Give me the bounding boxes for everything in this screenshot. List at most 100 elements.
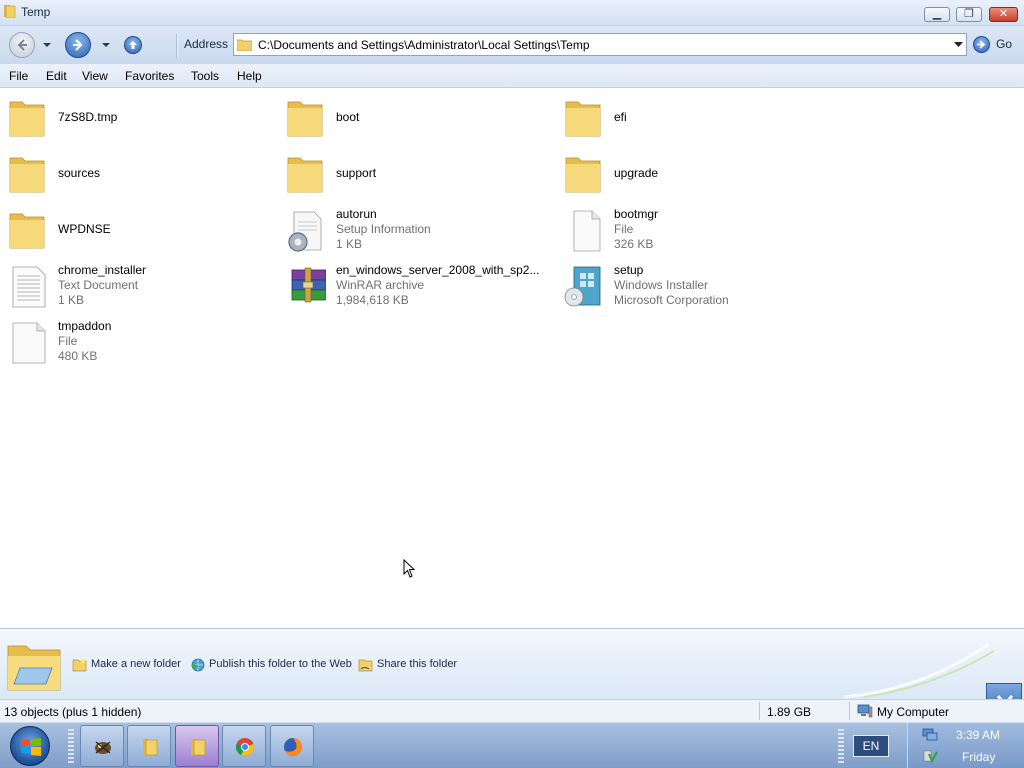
windows-logo-icon (21, 738, 41, 756)
taskbar-chrome[interactable] (222, 725, 266, 767)
make-new-folder-task[interactable]: Make a new folder (72, 657, 187, 673)
title-bar: Temp ▁ ❐ ✕ (0, 0, 1024, 26)
file-name: autorun (336, 207, 377, 221)
address-toolbar: Address C:\Documents and Settings\Admini… (0, 26, 1024, 64)
total-size: 1.89 GB (767, 705, 812, 719)
address-label: Address (184, 37, 229, 51)
restore-button[interactable]: ❐ (956, 7, 982, 22)
taskbar-grip[interactable] (68, 729, 74, 763)
file-type: File (58, 334, 78, 348)
forward-button[interactable] (65, 32, 91, 58)
share-folder-task[interactable]: Share this folder (358, 657, 468, 673)
file-name: sources (58, 166, 101, 180)
file-item-en-windows-server[interactable]: en_windows_server_2008_with_sp2... WinRA… (278, 258, 548, 310)
file-company: Microsoft Corporation (614, 293, 729, 307)
menu-favorites[interactable]: Favorites (125, 69, 174, 83)
setup-info-icon (288, 211, 322, 252)
folder-icon (4, 5, 16, 18)
firefox-icon (284, 738, 302, 756)
chrome-icon (236, 738, 254, 756)
file-size: 326 KB (614, 237, 654, 251)
file-item-efi[interactable]: efi (556, 90, 826, 142)
file-list: 7zS8D.tmp boot efi sources support upgra… (0, 89, 1024, 628)
file-item-wpdnse[interactable]: WPDNSE (0, 202, 270, 254)
file-item-setup[interactable]: setup Windows Installer Microsoft Corpor… (556, 258, 826, 310)
back-dropdown-icon[interactable] (42, 40, 52, 50)
file-name: bootmgr (614, 207, 659, 221)
object-count: 13 objects (plus 1 hidden) (4, 705, 142, 719)
my-computer-icon (857, 704, 873, 718)
menu-help[interactable]: Help (237, 69, 262, 83)
taskbar-firefox[interactable] (270, 725, 314, 767)
back-button[interactable] (9, 32, 35, 58)
status-bar: 13 objects (plus 1 hidden) 1.89 GB My Co… (0, 699, 1024, 722)
address-field[interactable]: C:\Documents and Settings\Administrator\… (233, 33, 967, 56)
app-icon (95, 741, 111, 754)
restore-icon: ❐ (964, 8, 974, 20)
system-tray: 3:39 AM Friday (907, 723, 1024, 768)
blank-file-icon (573, 210, 601, 252)
security-icon[interactable] (922, 749, 938, 763)
up-folder-button[interactable] (124, 36, 142, 54)
blank-file-icon (12, 322, 46, 364)
menu-view[interactable]: View (82, 69, 108, 83)
file-item-boot[interactable]: boot (278, 90, 548, 142)
file-item-upgrade[interactable]: upgrade (556, 146, 826, 198)
menu-file[interactable]: File (9, 69, 28, 83)
file-name: 7zS8D.tmp (58, 110, 118, 124)
start-button[interactable] (10, 726, 50, 766)
file-item-bootmgr[interactable]: bootmgr File 326 KB (556, 202, 826, 254)
file-item-support[interactable]: support (278, 146, 548, 198)
folder-icon (287, 101, 323, 137)
go-arrow-icon (973, 36, 990, 53)
forward-arrow-icon (73, 39, 83, 51)
menu-bar: File Edit View Favorites Tools Help (0, 64, 1024, 88)
address-dropdown-icon[interactable] (954, 40, 963, 49)
status-divider (849, 702, 850, 720)
clock-day[interactable]: Friday (962, 750, 995, 764)
file-name: setup (614, 263, 644, 277)
tray-grip[interactable] (838, 729, 844, 763)
text-document-icon (12, 266, 46, 308)
file-name: en_windows_server_2008_with_sp2... (336, 263, 540, 277)
file-name: efi (614, 110, 627, 124)
taskbar-explorer[interactable] (127, 725, 171, 767)
task-pane: Make a new folder Publish this folder to… (0, 628, 1024, 699)
go-label: Go (996, 37, 1013, 51)
close-button[interactable]: ✕ (989, 7, 1018, 22)
file-item-sources[interactable]: sources (0, 146, 270, 198)
folder-icon (287, 157, 323, 193)
taskbar-explorer-active[interactable] (175, 725, 219, 767)
file-item-chrome-installer[interactable]: chrome_installer Text Document 1 KB (0, 258, 270, 310)
folder-icon (7, 645, 61, 691)
forward-dropdown-icon[interactable] (101, 40, 111, 50)
folder-icon (237, 39, 252, 51)
file-type: Setup Information (336, 222, 431, 236)
language-indicator[interactable]: EN (853, 735, 889, 757)
minimize-button[interactable]: ▁ (924, 7, 950, 22)
publish-web-icon (191, 658, 205, 672)
window-title: Temp (21, 5, 51, 19)
taskbar-app-1[interactable] (80, 725, 124, 767)
go-button[interactable]: Go (973, 35, 1017, 55)
status-divider (759, 702, 760, 720)
file-item-tmpaddon[interactable]: tmpaddon File 480 KB (0, 314, 270, 366)
file-name: tmpaddon (58, 319, 112, 333)
publish-folder-task[interactable]: Publish this folder to the Web (190, 657, 355, 673)
close-icon: ✕ (998, 8, 1009, 20)
windows-installer-icon (564, 266, 601, 307)
network-icon[interactable] (922, 728, 938, 742)
file-name: support (336, 166, 377, 180)
folder-icon (143, 739, 158, 756)
folder-icon (9, 101, 45, 137)
menu-tools[interactable]: Tools (191, 69, 219, 83)
menu-edit[interactable]: Edit (46, 69, 67, 83)
file-item-7zs8d[interactable]: 7zS8D.tmp (0, 90, 270, 142)
clock-time[interactable]: 3:39 AM (956, 728, 1000, 742)
mouse-cursor-icon (403, 559, 415, 578)
share-folder-icon (358, 659, 373, 672)
task-label: Make a new folder (91, 658, 181, 670)
taskbar: EN 3:39 AM Friday (0, 722, 1024, 768)
file-item-autorun[interactable]: autorun Setup Information 1 KB (278, 202, 548, 254)
file-name: upgrade (614, 166, 659, 180)
